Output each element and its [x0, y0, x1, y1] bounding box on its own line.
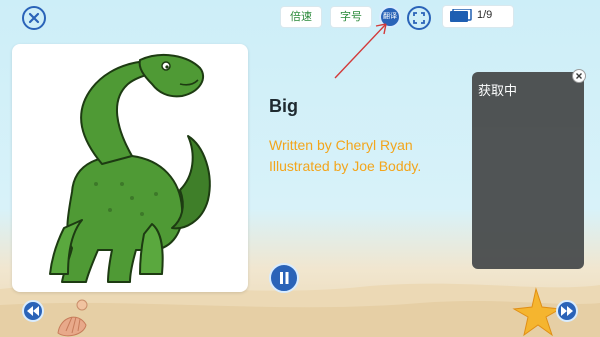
- page-indicator[interactable]: 1/9: [443, 6, 513, 27]
- close-button[interactable]: [22, 6, 46, 30]
- translation-panel: 获取中: [472, 69, 586, 269]
- fast-forward-icon: [561, 306, 573, 316]
- translation-status: 获取中: [478, 83, 518, 98]
- next-page-button[interactable]: [556, 300, 578, 322]
- book-cover-card: [12, 44, 248, 292]
- illustrator-credit: Illustrated by Joe Boddy.: [269, 158, 422, 174]
- speed-button-label: 倍速: [290, 11, 312, 23]
- close-icon: [576, 73, 582, 79]
- author-credit: Written by Cheryl Ryan: [269, 137, 413, 153]
- pause-button[interactable]: [269, 263, 299, 293]
- previous-page-button[interactable]: [22, 300, 44, 322]
- speed-button[interactable]: 倍速: [281, 7, 321, 27]
- translate-button[interactable]: 翻译: [379, 6, 401, 28]
- pause-icon: [280, 272, 289, 284]
- font-size-button-label: 字号: [340, 11, 362, 23]
- font-size-button[interactable]: 字号: [331, 7, 371, 27]
- rewind-icon: [27, 306, 39, 316]
- translate-icon: 翻译: [383, 13, 397, 20]
- fullscreen-icon: [413, 12, 425, 24]
- page-icon: [450, 9, 472, 22]
- reader-stage: 倍速 字号 翻译 1/9 Big Written by Cheryl Ryan …: [0, 0, 600, 337]
- dinosaur-illustration: [49, 53, 211, 283]
- close-icon: [28, 12, 40, 24]
- page-counter: 1/9: [477, 9, 493, 21]
- fullscreen-button[interactable]: [407, 6, 431, 30]
- book-title: Big: [269, 96, 298, 116]
- translation-panel-close-button[interactable]: [572, 69, 586, 83]
